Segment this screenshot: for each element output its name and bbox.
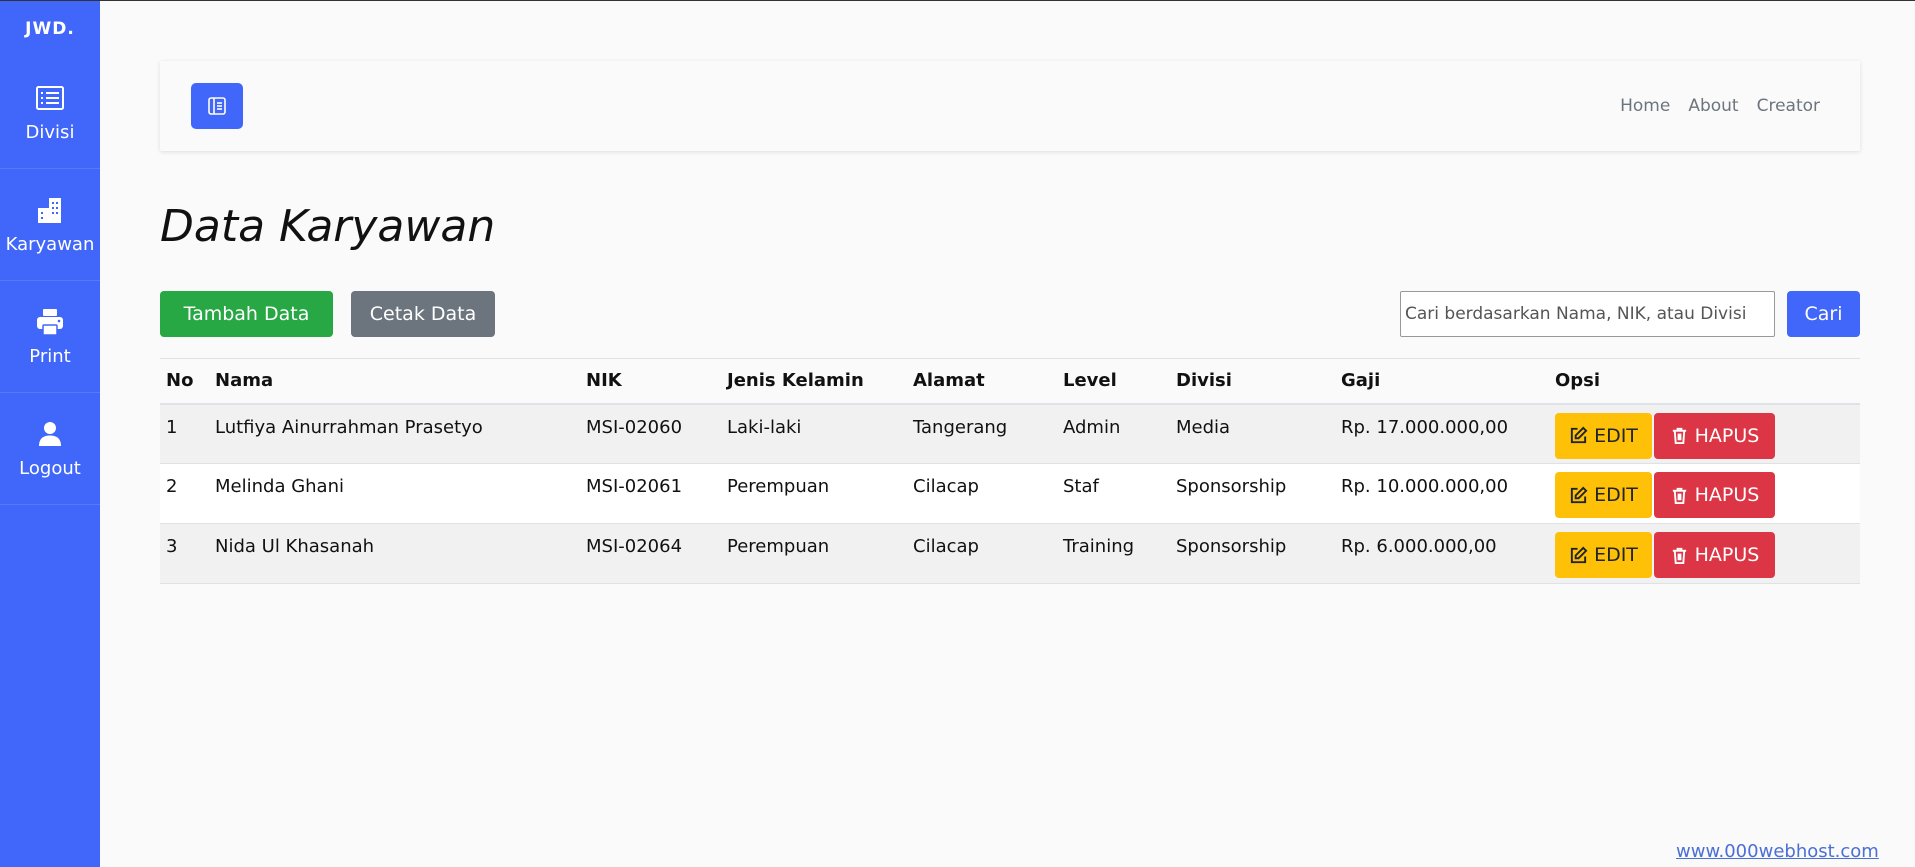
column-header: NIK: [580, 358, 721, 405]
employee-table: No Nama NIK Jenis Kelamin Alamat Level D…: [160, 358, 1860, 584]
nav-links: Home About Creator: [1620, 61, 1820, 151]
delete-label: HAPUS: [1694, 424, 1760, 447]
sidebar-item-print[interactable]: Print: [0, 281, 100, 393]
delete-button[interactable]: HAPUS: [1654, 472, 1775, 518]
sidebar: JWD. Divisi Karyawan Print Logout: [0, 1, 100, 867]
trash-icon: [1672, 427, 1686, 445]
sidebar-item-karyawan[interactable]: Karyawan: [0, 169, 100, 281]
column-header: Nama: [209, 358, 580, 405]
table-row: 2 Melinda Ghani MSI-02061 Perempuan Cila…: [160, 463, 1860, 524]
building-icon: [38, 198, 61, 223]
nav-link-home[interactable]: Home: [1620, 96, 1670, 116]
sidebar-item-label: Print: [29, 346, 71, 367]
delete-button[interactable]: HAPUS: [1654, 532, 1775, 578]
column-header: Alamat: [907, 358, 1057, 405]
cell-no: 2: [160, 463, 209, 524]
cell-level: Staf: [1057, 463, 1170, 524]
cell-gaji: Rp. 6.000.000,00: [1335, 523, 1549, 584]
edit-label: EDIT: [1594, 544, 1638, 566]
top-navbar: Home About Creator: [160, 61, 1860, 151]
cell-nama: Lutfiya Ainurrahman Prasetyo: [209, 403, 580, 464]
trash-icon: [1672, 487, 1686, 504]
delete-label: HAPUS: [1694, 544, 1760, 566]
edit-icon: [1570, 426, 1588, 444]
edit-button[interactable]: EDIT: [1555, 412, 1652, 459]
cell-opsi: EDIT HAPUS: [1549, 403, 1860, 464]
table-row: 3 Nida Ul Khasanah MSI-02064 Perempuan C…: [160, 523, 1860, 584]
host-footer-link[interactable]: www.000webhost.com: [1676, 841, 1879, 862]
page-title: Data Karyawan: [160, 201, 496, 252]
cell-gaji: Rp. 17.000.000,00: [1335, 403, 1549, 464]
sidebar-item-divisi[interactable]: Divisi: [0, 57, 100, 169]
search-button[interactable]: Cari: [1787, 291, 1860, 337]
cell-opsi: EDIT HAPUS: [1549, 463, 1860, 524]
cell-alamat: Cilacap: [907, 523, 1057, 584]
table-row: 1 Lutfiya Ainurrahman Prasetyo MSI-02060…: [160, 403, 1860, 464]
printer-icon: [37, 309, 63, 336]
cell-opsi: EDIT HAPUS: [1549, 523, 1860, 584]
cell-divisi: Sponsorship: [1170, 523, 1335, 584]
cell-nama: Nida Ul Khasanah: [209, 523, 580, 584]
sidebar-item-logout[interactable]: Logout: [0, 393, 100, 505]
cell-nik: MSI-02060: [580, 403, 721, 464]
cell-divisi: Media: [1170, 403, 1335, 464]
trash-icon: [1672, 547, 1686, 564]
sidebar-toggle-icon: [208, 97, 226, 115]
delete-button[interactable]: HAPUS: [1654, 412, 1775, 459]
user-icon: [39, 422, 61, 446]
edit-label: EDIT: [1594, 484, 1638, 506]
edit-button[interactable]: EDIT: [1555, 472, 1652, 518]
cell-gaji: Rp. 10.000.000,00: [1335, 463, 1549, 524]
cell-nik: MSI-02061: [580, 463, 721, 524]
cell-divisi: Sponsorship: [1170, 463, 1335, 524]
column-header: Opsi: [1549, 358, 1860, 405]
nav-link-creator[interactable]: Creator: [1757, 96, 1820, 116]
column-header: Level: [1057, 358, 1170, 405]
sidebar-toggle-button[interactable]: [191, 83, 243, 129]
cell-level: Admin: [1057, 403, 1170, 464]
column-header: Divisi: [1170, 358, 1335, 405]
edit-button[interactable]: EDIT: [1555, 532, 1652, 578]
nav-link-about[interactable]: About: [1688, 96, 1738, 116]
cell-jenis-kelamin: Perempuan: [721, 523, 907, 584]
edit-icon: [1570, 486, 1588, 503]
list-icon: [36, 86, 64, 110]
cell-nama: Melinda Ghani: [209, 463, 580, 524]
column-header: No: [160, 358, 209, 405]
cell-nik: MSI-02064: [580, 523, 721, 584]
column-header: Jenis Kelamin: [721, 358, 907, 405]
delete-label: HAPUS: [1694, 484, 1760, 506]
edit-label: EDIT: [1594, 424, 1638, 447]
brand-logo: JWD.: [25, 19, 75, 39]
cell-alamat: Cilacap: [907, 463, 1057, 524]
sidebar-item-label: Divisi: [25, 122, 75, 143]
edit-icon: [1570, 546, 1588, 563]
sidebar-item-label: Karyawan: [5, 234, 95, 255]
search-input[interactable]: [1400, 291, 1775, 337]
sidebar-item-label: Logout: [19, 458, 81, 479]
cell-jenis-kelamin: Perempuan: [721, 463, 907, 524]
cell-level: Training: [1057, 523, 1170, 584]
cell-no: 3: [160, 523, 209, 584]
cell-no: 1: [160, 403, 209, 464]
print-data-button[interactable]: Cetak Data: [351, 291, 495, 337]
column-header: Gaji: [1335, 358, 1549, 405]
cell-jenis-kelamin: Laki-laki: [721, 403, 907, 464]
add-data-button[interactable]: Tambah Data: [160, 291, 333, 337]
cell-alamat: Tangerang: [907, 403, 1057, 464]
table-header-row: No Nama NIK Jenis Kelamin Alamat Level D…: [160, 358, 1860, 405]
